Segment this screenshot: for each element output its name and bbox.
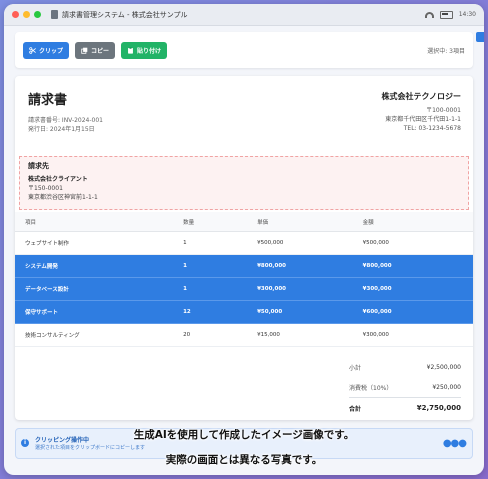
invoice-document: 請求書 請求書番号: INV-2024-001 発行日: 2024年1月15日 … [15, 76, 473, 420]
disclaimer-caption-line-2: 実際の画面とは異なる写真です。 [165, 454, 323, 466]
invoice-header: 請求書 請求書番号: INV-2024-001 発行日: 2024年1月15日 [28, 89, 103, 134]
item-cell: データベース設計 [15, 277, 183, 301]
item-cell: 保守サポート [15, 300, 183, 324]
table-header-row: 項目 数量 単価 金額 [15, 212, 473, 232]
table-row[interactable]: ウェブサイト制作 1 ¥500,000 ¥500,000 [15, 231, 473, 255]
scissors-icon [29, 46, 36, 54]
bill-to-label: 請求先 [28, 162, 49, 170]
clipboard-status-subtitle: 選択された項目をクリップボードにコピーします [35, 445, 146, 451]
copy-icon [81, 47, 88, 54]
issue-date: 発行日: 2024年1月15日 [28, 126, 95, 133]
company-name: 株式会社テクノロジー [381, 92, 461, 101]
selection-count: 選択中: 3項目 [427, 47, 465, 55]
amount-cell: ¥600,000 [361, 300, 473, 324]
paste-button[interactable]: 貼り付け [121, 41, 168, 59]
client-address: 東京都渋谷区神宮前1-1-1 [28, 194, 98, 201]
invoice-title: 請求書 [28, 93, 68, 108]
subtotal-row: 小計 ¥2,500,000 [349, 357, 461, 377]
total-label: 合計 [349, 405, 362, 413]
quantity-cell: 20 [182, 323, 257, 347]
item-cell: ウェブサイト制作 [15, 231, 183, 255]
app-window: 請求書管理システム - 株式会社サンプル 14:30 クリップ コピー 貼り付け… [4, 4, 484, 475]
table-row-selected[interactable]: 保守サポート 12 ¥50,000 ¥600,000 [15, 300, 473, 324]
unit-price-cell: ¥50,000 [256, 300, 362, 324]
issuer-company: 株式会社テクノロジー 〒100-0001 東京都千代田区千代田1-1-1 TEL… [381, 91, 461, 133]
quantity-cell: 1 [182, 231, 257, 255]
company-tel: TEL: 03-1234-5678 [403, 125, 461, 132]
total-row: 合計 ¥2,750,000 [349, 397, 461, 418]
amount-cell: ¥300,000 [361, 323, 473, 347]
tax-value: ¥250,000 [432, 383, 461, 391]
total-value: ¥2,750,000 [416, 404, 461, 412]
copy-button[interactable]: コピー [75, 41, 116, 59]
window-title: 請求書管理システム - 株式会社サンプル [62, 10, 188, 19]
quantity-cell: 1 [182, 254, 257, 278]
subtotal-value: ¥2,500,000 [426, 363, 461, 371]
title-bar: 請求書管理システム - 株式会社サンプル 14:30 [4, 4, 484, 26]
table-row[interactable]: 技術コンサルティング 20 ¥15,000 ¥300,000 [15, 323, 473, 347]
amount-cell: ¥300,000 [361, 277, 473, 301]
totals-section: 小計 ¥2,500,000 消費税（10%） ¥250,000 合計 ¥2,75… [349, 357, 461, 418]
unit-price-cell: ¥500,000 [256, 231, 362, 255]
paste-button-label: 貼り付け [137, 47, 162, 55]
amount-cell: ¥800,000 [361, 254, 473, 278]
line-items-table: 項目 数量 単価 金額 ウェブサイト制作 1 ¥500,000 ¥500,000… [15, 212, 473, 347]
amount-cell: ¥500,000 [361, 231, 473, 255]
battery-icon [439, 10, 453, 19]
clip-button-label: クリップ [39, 47, 64, 55]
client-name: 株式会社クライアント [28, 176, 88, 183]
disclaimer-caption-line-1: 生成AIを使用して作成したイメージ画像です。 [133, 429, 355, 441]
maximize-window-button[interactable] [34, 11, 41, 18]
unit-price-cell: ¥300,000 [256, 277, 362, 301]
tax-label: 消費税（10%） [349, 384, 393, 392]
client-postal: 〒150-0001 [28, 185, 63, 192]
item-cell: システム開発 [15, 254, 183, 278]
column-header-unit-price: 単価 [256, 212, 362, 232]
bill-to-section[interactable]: 請求先 株式会社クライアント 〒150-0001 東京都渋谷区神宮前1-1-1 [19, 156, 469, 210]
clipboard-tab-icon[interactable] [476, 32, 484, 42]
table-row-selected[interactable]: データベース設計 1 ¥300,000 ¥300,000 [15, 277, 473, 301]
column-header-amount: 金額 [361, 212, 473, 232]
unit-price-cell: ¥15,000 [256, 323, 362, 347]
column-header-quantity: 数量 [182, 212, 257, 232]
quantity-cell: 12 [182, 300, 257, 324]
document-icon [51, 10, 58, 19]
tax-row: 消費税（10%） ¥250,000 [349, 377, 461, 397]
wifi-icon [424, 11, 434, 18]
column-header-item: 項目 [15, 212, 183, 232]
status-area: 14:30 [424, 10, 476, 19]
unit-price-cell: ¥800,000 [256, 254, 362, 278]
company-address: 東京都千代田区千代田1-1-1 [385, 116, 461, 123]
quantity-cell: 1 [182, 277, 257, 301]
subtotal-label: 小計 [349, 364, 362, 372]
company-postal: 〒100-0001 [426, 107, 461, 114]
toolbar: クリップ コピー 貼り付け 選択中: 3項目 [15, 32, 473, 68]
minimize-window-button[interactable] [23, 11, 30, 18]
paste-icon [128, 46, 133, 54]
clock: 14:30 [458, 11, 476, 18]
item-cell: 技術コンサルティング [15, 323, 183, 347]
copy-button-label: コピー [91, 47, 110, 55]
close-window-button[interactable] [12, 11, 19, 18]
invoice-number: 請求書番号: INV-2024-001 [28, 117, 103, 124]
clip-button[interactable]: クリップ [23, 41, 70, 59]
table-row-selected[interactable]: システム開発 1 ¥800,000 ¥800,000 [15, 254, 473, 278]
